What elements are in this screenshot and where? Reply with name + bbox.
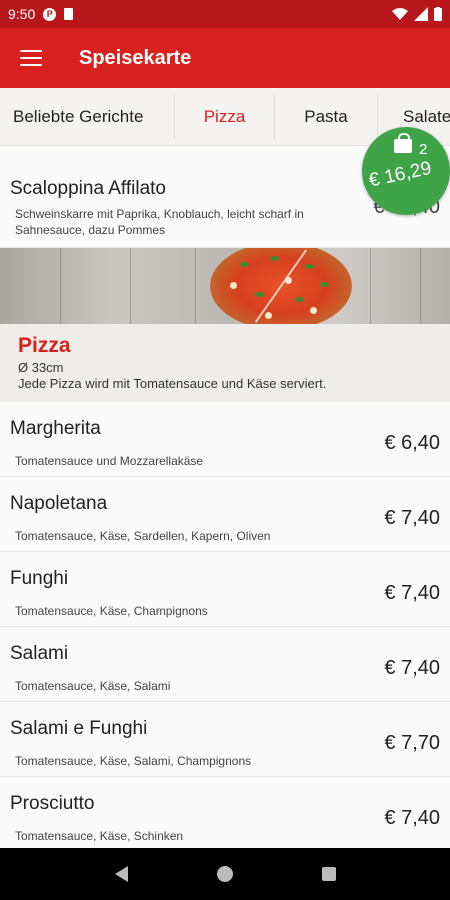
item-price: € 7,40 bbox=[384, 657, 440, 679]
tab-beliebte-gerichte[interactable]: Beliebte Gerichte bbox=[0, 94, 175, 139]
signal-icon bbox=[414, 7, 428, 21]
app-bar: Speisekarte bbox=[0, 28, 450, 88]
item-description: Tomatensauce, Käse, Champignons bbox=[15, 604, 208, 618]
item-name: Napoletana bbox=[10, 493, 108, 514]
menu-item[interactable]: Napoletana Tomatensauce, Käse, Sardellen… bbox=[0, 477, 450, 552]
menu-list: Scaloppina Affilato Schweinskarre mit Pa… bbox=[0, 146, 450, 852]
pizza-image bbox=[210, 248, 352, 324]
item-name: Scaloppina Affilato bbox=[10, 178, 166, 199]
home-icon[interactable] bbox=[216, 866, 233, 882]
pizza-banner-image bbox=[0, 248, 450, 324]
item-description: Tomatensauce, Käse, Schinken bbox=[15, 829, 184, 843]
item-description: Schweinskarre mit Paprika, Knoblauch, le… bbox=[15, 207, 304, 237]
cart-button[interactable]: 2 € 16,29 bbox=[362, 127, 450, 215]
menu-item[interactable]: Salami Tomatensauce, Käse, Salami € 7,40 bbox=[0, 627, 450, 702]
shopping-bag-icon bbox=[394, 133, 412, 153]
back-icon[interactable] bbox=[114, 866, 128, 882]
item-name: Funghi bbox=[10, 568, 69, 589]
item-description: Tomatensauce, Käse, Salami bbox=[15, 679, 171, 693]
item-name: Salami bbox=[10, 643, 69, 664]
menu-item[interactable]: Salami e Funghi Tomatensauce, Käse, Sala… bbox=[0, 702, 450, 777]
app-notification-icon: P bbox=[43, 7, 57, 21]
item-price: € 7,40 bbox=[384, 507, 440, 529]
tab-pasta[interactable]: Pasta bbox=[275, 94, 378, 139]
menu-item[interactable]: Funghi Tomatensauce, Käse, Champignons €… bbox=[0, 552, 450, 627]
item-description: Tomatensauce und Mozzarellakäse bbox=[15, 454, 204, 468]
item-name: Margherita bbox=[10, 418, 101, 439]
battery-icon bbox=[434, 7, 442, 21]
item-description: Tomatensauce, Käse, Salami, Champignons bbox=[15, 754, 252, 768]
system-nav-bar bbox=[0, 848, 450, 900]
recent-apps-icon[interactable] bbox=[321, 867, 336, 881]
section-title: Pizza bbox=[18, 334, 71, 357]
menu-item[interactable]: Prosciutto Tomatensauce, Käse, Schinken … bbox=[0, 777, 450, 852]
item-name: Salami e Funghi bbox=[10, 718, 148, 739]
item-description: Tomatensauce, Käse, Sardellen, Kapern, O… bbox=[15, 529, 271, 543]
page-title: Speisekarte bbox=[79, 46, 192, 69]
menu-item[interactable]: Margherita Tomatensauce und Mozzarellakä… bbox=[0, 402, 450, 477]
section-header: Pizza Ø 33cm Jede Pizza wird mit Tomaten… bbox=[0, 324, 450, 402]
tab-pizza[interactable]: Pizza bbox=[175, 94, 275, 139]
section-note: Jede Pizza wird mit Tomatensauce und Käs… bbox=[18, 376, 327, 391]
cart-total: € 16,29 bbox=[367, 157, 434, 192]
item-price: € 7,40 bbox=[384, 807, 440, 829]
cart-count: 2 bbox=[419, 141, 428, 158]
status-bar: 9:50 P bbox=[0, 0, 450, 28]
status-time: 9:50 bbox=[8, 6, 36, 22]
item-price: € 7,70 bbox=[384, 732, 440, 754]
sd-card-icon bbox=[64, 8, 74, 20]
wifi-icon bbox=[392, 8, 408, 20]
menu-icon[interactable] bbox=[20, 50, 42, 66]
item-price: € 6,40 bbox=[384, 432, 440, 454]
section-size: Ø 33cm bbox=[18, 360, 64, 375]
item-name: Prosciutto bbox=[10, 793, 95, 814]
item-price: € 7,40 bbox=[384, 582, 440, 604]
